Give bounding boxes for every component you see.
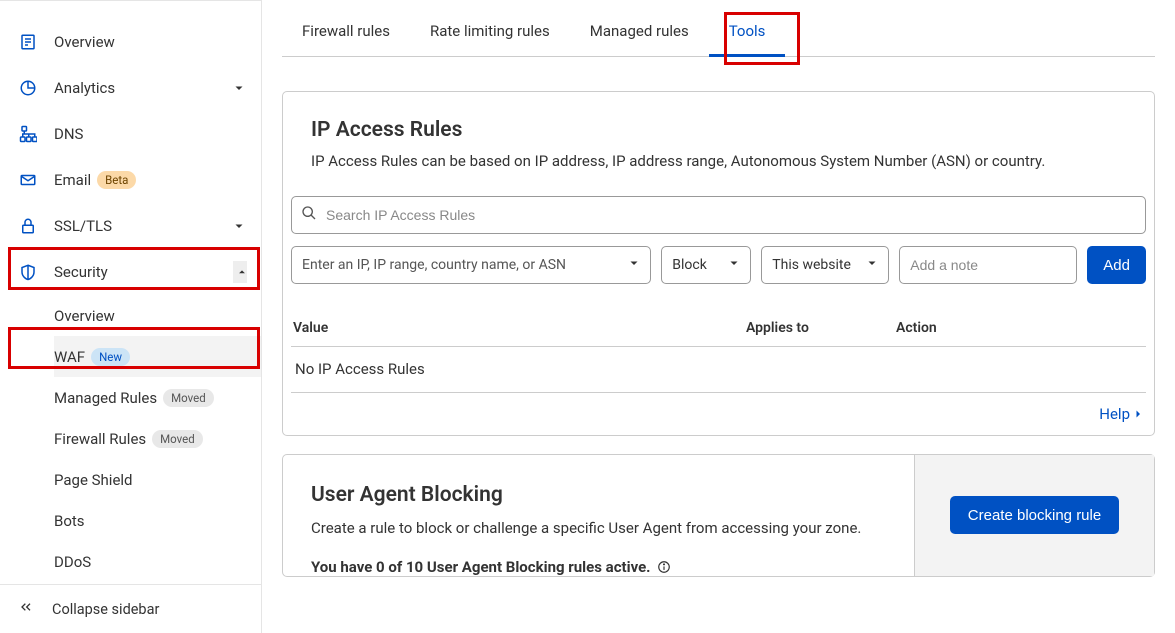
- scope-dropdown[interactable]: This website: [761, 246, 889, 284]
- collapse-label: Collapse sidebar: [52, 601, 159, 618]
- chevron-down-icon: [233, 220, 247, 232]
- badge-moved: Moved: [163, 389, 214, 407]
- card-title: User Agent Blocking: [311, 483, 886, 507]
- create-blocking-rule-button[interactable]: Create blocking rule: [950, 496, 1119, 534]
- dropdown-label: Block: [672, 257, 707, 273]
- action-dropdown[interactable]: Block: [661, 246, 751, 284]
- table-header: Value Applies to Action: [291, 302, 1146, 347]
- card-description: Create a rule to block or challenge a sp…: [311, 517, 886, 540]
- sidebar-sub-waf[interactable]: WAF New: [54, 336, 261, 377]
- sidebar-item-label: DNS: [54, 125, 247, 143]
- collapse-sidebar-button[interactable]: Collapse sidebar: [0, 585, 261, 633]
- chevron-down-icon: [728, 257, 740, 273]
- sidebar-item-ssl[interactable]: SSL/TLS: [0, 203, 261, 249]
- sidebar-item-analytics[interactable]: Analytics: [0, 65, 261, 111]
- help-link[interactable]: Help: [1099, 405, 1144, 423]
- sidebar-item-label: Firewall Rules: [54, 430, 146, 448]
- tabs: Firewall rules Rate limiting rules Manag…: [282, 22, 1155, 57]
- column-action: Action: [896, 320, 1146, 336]
- analytics-icon: [14, 79, 42, 97]
- add-button[interactable]: Add: [1087, 246, 1146, 284]
- search-input[interactable]: [291, 196, 1146, 234]
- info-icon: [657, 560, 671, 574]
- sidebar-item-label: SSL/TLS: [54, 217, 233, 235]
- sidebar-item-label: Overview: [54, 33, 247, 51]
- sidebar-sub-pageshield[interactable]: Page Shield: [54, 459, 261, 500]
- sidebar-sub-ddos[interactable]: DDoS: [54, 541, 261, 582]
- sidebar-item-overview[interactable]: Overview: [0, 19, 261, 65]
- sidebar-item-label: Email: [54, 171, 91, 189]
- chevron-down-icon: [233, 82, 247, 94]
- dropdown-label: Enter an IP, IP range, country name, or …: [302, 257, 566, 273]
- sidebar-item-label: Overview: [54, 307, 247, 325]
- tab-rate-limiting[interactable]: Rate limiting rules: [410, 22, 570, 56]
- tab-managed-rules[interactable]: Managed rules: [570, 22, 709, 56]
- sidebar-item-security[interactable]: Security: [0, 249, 261, 295]
- card-note: You have 0 of 10 User Agent Blocking rul…: [311, 558, 886, 576]
- sidebar-item-label: Managed Rules: [54, 389, 157, 407]
- sidebar-item-label: Page Shield: [54, 471, 247, 489]
- ip-access-rules-card: IP Access Rules IP Access Rules can be b…: [282, 91, 1155, 436]
- chevron-up-icon: [233, 261, 247, 283]
- note-input[interactable]: [899, 246, 1077, 284]
- sidebar-item-dns[interactable]: DNS: [0, 111, 261, 157]
- chevron-right-icon: [1132, 408, 1144, 420]
- sidebar-item-label: WAF: [54, 348, 85, 366]
- dropdown-label: This website: [772, 257, 851, 273]
- column-applies: Applies to: [746, 320, 896, 336]
- shield-icon: [14, 263, 42, 281]
- tab-tools[interactable]: Tools: [709, 22, 786, 57]
- sidebar-item-label: DDoS: [54, 553, 247, 571]
- card-description: IP Access Rules can be based on IP addre…: [311, 152, 1126, 170]
- sidebar-item-label: Security: [54, 263, 233, 281]
- dns-icon: [14, 125, 42, 143]
- help-label: Help: [1099, 405, 1130, 423]
- card-title: IP Access Rules: [311, 118, 1126, 142]
- chevron-down-icon: [628, 257, 640, 273]
- sidebar-item-label: Analytics: [54, 79, 233, 97]
- table-empty-state: No IP Access Rules: [291, 347, 1146, 393]
- badge-beta: Beta: [97, 171, 136, 189]
- sidebar-item-email[interactable]: Email Beta: [0, 157, 261, 203]
- sidebar-sub-firewall[interactable]: Firewall Rules Moved: [54, 418, 261, 459]
- email-icon: [14, 171, 42, 189]
- search-icon: [301, 205, 317, 225]
- badge-moved: Moved: [152, 430, 203, 448]
- sidebar-sub-bots[interactable]: Bots: [54, 500, 261, 541]
- lock-icon: [14, 217, 42, 235]
- tab-firewall-rules[interactable]: Firewall rules: [282, 22, 410, 56]
- badge-new: New: [91, 348, 130, 366]
- sidebar-sub-managed[interactable]: Managed Rules Moved: [54, 377, 261, 418]
- column-value: Value: [291, 320, 746, 336]
- chevrons-left-icon: [18, 599, 34, 619]
- chevron-down-icon: [866, 257, 878, 273]
- sidebar-sub-overview[interactable]: Overview: [54, 295, 261, 336]
- ip-input-dropdown[interactable]: Enter an IP, IP range, country name, or …: [291, 246, 651, 284]
- overview-icon: [14, 33, 42, 51]
- sidebar-item-label: Bots: [54, 512, 247, 530]
- user-agent-blocking-card: User Agent Blocking Create a rule to blo…: [282, 454, 1155, 577]
